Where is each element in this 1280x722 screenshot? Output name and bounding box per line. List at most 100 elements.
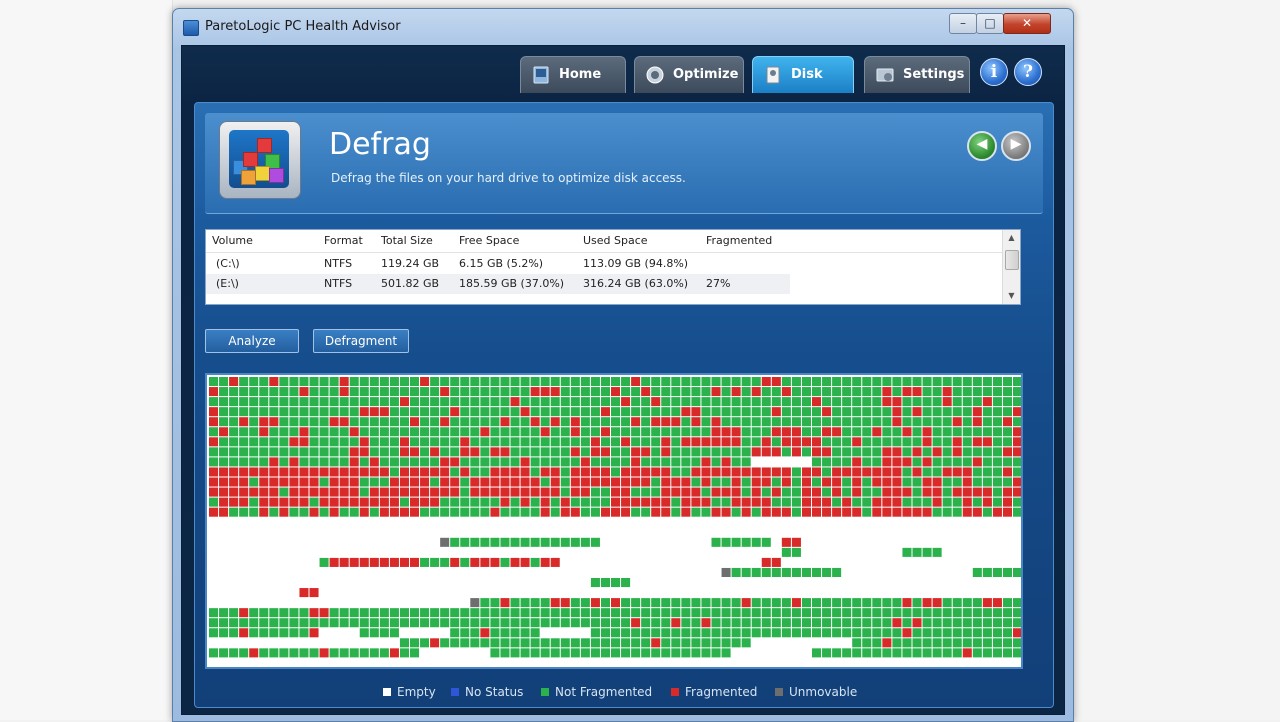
cluster-cell: [912, 618, 922, 628]
column-fragmented[interactable]: Fragmented: [706, 230, 772, 252]
cluster-cell: [329, 377, 339, 387]
tab-home[interactable]: Home: [520, 56, 626, 93]
volume-row-selected[interactable]: (E:\) NTFS 501.82 GB 185.59 GB (37.0%) 3…: [206, 274, 790, 294]
cluster-cell: [410, 427, 420, 437]
column-used-space[interactable]: Used Space: [583, 230, 648, 252]
cluster-cell: [299, 417, 309, 427]
cluster-cell: [671, 457, 681, 467]
cluster-cell: [580, 537, 590, 547]
scroll-thumb[interactable]: [1005, 250, 1019, 270]
cluster-cell: [229, 497, 239, 507]
volume-row[interactable]: (C:\) NTFS 119.24 GB 6.15 GB (5.2%) 113.…: [206, 254, 1002, 274]
cluster-cell: [942, 417, 952, 427]
cluster-cell: [751, 608, 761, 618]
column-free-space[interactable]: Free Space: [459, 230, 519, 252]
cluster-cell: [600, 437, 610, 447]
cluster-cell: [480, 437, 490, 447]
cluster-cell: [289, 437, 299, 447]
cluster-cell: [480, 618, 490, 628]
cluster-cell: [410, 397, 420, 407]
cluster-cell: [902, 467, 912, 477]
tab-settings[interactable]: Settings: [864, 56, 970, 93]
cluster-cell: [671, 507, 681, 517]
cluster-cell: [922, 457, 932, 467]
cluster-cell: [711, 377, 721, 387]
cluster-cell: [751, 387, 761, 397]
cluster-cell: [490, 467, 500, 477]
forward-button[interactable]: ▶: [1001, 131, 1031, 161]
info-button[interactable]: i: [980, 58, 1008, 86]
cluster-cell: [239, 417, 249, 427]
tab-home-label: Home: [559, 67, 602, 82]
title-bar[interactable]: ParetoLogic PC Health Advisor – □ ✕: [173, 9, 1073, 45]
cluster-cell: [832, 377, 842, 387]
column-format[interactable]: Format: [324, 230, 363, 252]
cluster-cell: [470, 598, 480, 608]
cluster-cell: [349, 457, 359, 467]
cluster-cell: [319, 487, 329, 497]
app-window: ParetoLogic PC Health Advisor – □ ✕ Home…: [172, 8, 1074, 722]
defragment-button[interactable]: Defragment: [313, 329, 409, 353]
tab-disk[interactable]: Disk: [752, 56, 854, 93]
close-button[interactable]: ✕: [1003, 13, 1051, 34]
cluster-cell: [641, 507, 651, 517]
cluster-cell: [580, 598, 590, 608]
maximize-button[interactable]: □: [976, 13, 1004, 34]
cluster-cell: [761, 407, 771, 417]
volume-list-scrollbar[interactable]: ▲ ▼: [1002, 230, 1020, 304]
cluster-cell: [862, 618, 872, 628]
cluster-cell: [500, 477, 510, 487]
cluster-cell: [379, 477, 389, 487]
cluster-cell: [611, 407, 621, 417]
cluster-cell: [922, 507, 932, 517]
cluster-cell: [530, 427, 540, 437]
scroll-up-icon[interactable]: ▲: [1003, 230, 1020, 246]
cluster-cell: [540, 598, 550, 608]
cluster-cell: [1002, 437, 1012, 447]
cluster-cell: [822, 467, 832, 477]
cluster-cell: [470, 407, 480, 417]
cluster-cell: [470, 618, 480, 628]
cluster-cell: [731, 457, 741, 467]
analyze-button[interactable]: Analyze: [205, 329, 299, 353]
column-total-size[interactable]: Total Size: [381, 230, 433, 252]
cluster-cell: [590, 407, 600, 417]
disk-cluster-map: [205, 373, 1023, 669]
minimize-button[interactable]: –: [949, 13, 977, 34]
cluster-cell: [510, 628, 520, 638]
cluster-cell: [369, 407, 379, 417]
info-icon: i: [990, 62, 998, 82]
cluster-cell: [560, 507, 570, 517]
cluster-cell: [470, 638, 480, 648]
cluster-cell: [339, 397, 349, 407]
cluster-cell: [932, 427, 942, 437]
cluster-cell: [801, 427, 811, 437]
cluster-cell: [490, 557, 500, 567]
scroll-down-icon[interactable]: ▼: [1003, 288, 1020, 304]
cluster-cell: [621, 417, 631, 427]
cluster-cell: [832, 427, 842, 437]
cluster-cell: [842, 628, 852, 638]
column-volume[interactable]: Volume: [212, 230, 253, 252]
help-button[interactable]: ?: [1014, 58, 1042, 86]
tab-optimize[interactable]: Optimize: [634, 56, 744, 93]
cluster-cell: [781, 497, 791, 507]
cluster-cell: [249, 437, 259, 447]
cluster-cell: [771, 487, 781, 497]
cluster-cell: [219, 387, 229, 397]
cluster-cell: [510, 387, 520, 397]
volume-list[interactable]: Volume Format Total Size Free Space Used…: [205, 229, 1021, 305]
cluster-cell: [832, 387, 842, 397]
cluster-cell: [600, 628, 610, 638]
cluster-cell: [379, 427, 389, 437]
cluster-cell: [600, 598, 610, 608]
back-button[interactable]: ◀: [967, 131, 997, 161]
cluster-cell: [972, 467, 982, 477]
cluster-cell: [1013, 507, 1021, 517]
cluster-cell: [299, 608, 309, 618]
cluster-cell: [952, 427, 962, 437]
defrag-cubes-icon: [219, 121, 301, 199]
cluster-cell: [389, 497, 399, 507]
cluster-cell: [611, 598, 621, 608]
cluster-cell: [822, 567, 832, 577]
